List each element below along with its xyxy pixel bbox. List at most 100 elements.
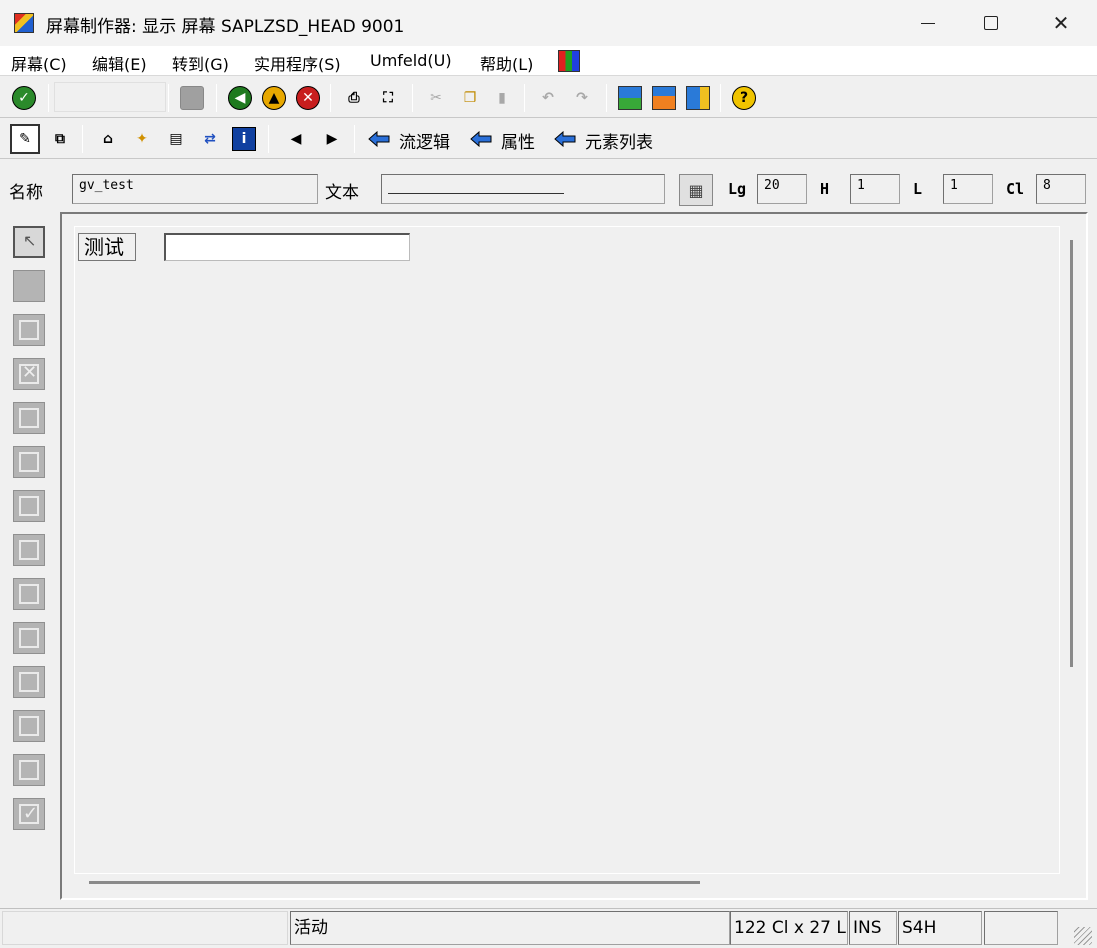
input-field-tool-icon[interactable] [13,314,45,346]
command-field[interactable] [54,82,166,112]
title-bar: 屏幕制作器: 显示 屏幕 SAPLZSD_HEAD 9001 ✕ [0,0,1097,46]
activate-icon[interactable]: ⧉ [48,127,72,151]
new-session-icon[interactable] [618,86,642,110]
toolbar-separator [48,84,49,112]
copy-icon[interactable]: ❐ [458,86,482,110]
info-icon[interactable]: i [232,127,256,151]
name-field[interactable]: gv_test [72,174,318,204]
status-bar: 活动 122 Cl x 27 L INS S4H [0,908,1097,948]
layout-canvas[interactable] [60,212,1088,900]
create-shortcut-icon[interactable] [652,86,676,110]
menu-goto[interactable]: 转到(G) [172,51,229,75]
edit-mode-icon[interactable]: ✎ [10,124,40,154]
exit-icon[interactable]: ▲ [262,86,286,110]
attributes-button[interactable]: 属性 [501,128,535,153]
find-icon[interactable]: ⛶ [376,86,400,110]
window-title: 屏幕制作器: 显示 屏幕 SAPLZSD_HEAD 9001 [46,17,405,37]
toolbar-separator [330,84,331,112]
save-icon[interactable] [180,86,204,110]
toolbar-separator [82,125,83,153]
previous-icon[interactable]: ◀ [284,127,308,151]
toolbar-separator [524,84,525,112]
l-field[interactable]: 1 [943,174,993,204]
flow-logic-arrow-icon [368,131,390,147]
application-toolbar: ✎ ⧉ ⌂ ✦ ▤ ⇄ i ◀ ▶ 流逻辑 属性 元素列表 [0,119,1097,159]
status-system: S4H [898,911,982,945]
pointer-tool-icon[interactable]: ↖ [13,226,45,258]
text-field-tool-icon[interactable] [13,270,45,302]
layout-icon[interactable] [686,86,710,110]
subscreen-tool-icon[interactable] [13,622,45,654]
status-icon-tool-icon[interactable]: ✓ [13,798,45,830]
menu-utilities[interactable]: 实用程序(S) [254,51,341,75]
tabstrip-tool-icon[interactable] [13,490,45,522]
grid-icon: ▦ [688,180,704,200]
minimize-icon [921,22,935,24]
undo-icon[interactable]: ↶ [536,86,560,110]
lg-label: Lg [728,180,747,198]
app-icon [14,13,34,33]
close-icon: ✕ [1052,11,1070,35]
lg-field[interactable]: 20 [757,174,807,204]
radio-button-tool-icon[interactable] [13,402,45,434]
maximize-button[interactable] [956,0,1026,46]
element-list-arrow-icon [554,131,576,147]
toolbar-separator [268,125,269,153]
help-icon[interactable]: ? [732,86,756,110]
canvas-text-element[interactable]: 测试 [78,233,136,261]
screen-area[interactable] [74,226,1060,874]
print-icon[interactable]: ⎙ [342,86,366,110]
enter-check-icon[interactable]: ✓ [12,86,36,110]
minimize-button[interactable] [893,0,963,46]
menu-environment[interactable]: Umfeld(U) [370,51,452,70]
status-extra [984,911,1058,945]
table-wizard-tool-icon[interactable] [13,710,45,742]
element-list-button[interactable]: 元素列表 [585,128,653,153]
toolbar-separator [354,125,355,153]
checkbox-x-icon: ✕ [22,362,38,383]
toolbar-separator [216,84,217,112]
toolbar-separator [168,84,169,112]
status-size: 122 Cl x 27 L [730,911,848,945]
transfer-icon[interactable]: ⇄ [198,127,222,151]
status-message [2,911,288,945]
cl-field[interactable]: 8 [1036,174,1086,204]
menu-bar: 屏幕(C) 编辑(E) 转到(G) 实用程序(S) Umfeld(U) 帮助(L… [0,46,1097,76]
toolbar-separator [606,84,607,112]
cut-icon[interactable]: ✂ [424,86,448,110]
menu-edit[interactable]: 编辑(E) [92,51,147,75]
cancel-icon[interactable]: ✕ [296,86,320,110]
text-field[interactable] [381,174,665,204]
wizard-icon[interactable]: ✦ [130,127,154,151]
maximize-icon [984,16,998,30]
l-label: L [913,180,923,198]
horizontal-scrollbar[interactable] [89,881,700,884]
dictionary-fields-icon[interactable]: ▤ [164,127,188,151]
table-control-tool-icon[interactable] [13,666,45,698]
close-button[interactable]: ✕ [1026,0,1096,46]
box-tool-icon[interactable] [13,578,45,610]
toolbar-separator [720,84,721,112]
customize-layout-icon[interactable] [558,50,580,72]
text-icon-button[interactable]: ▦ [679,174,713,206]
status-check-icon: ✓ [23,803,39,824]
checkbox-tool-icon[interactable]: ✕ [13,358,45,390]
canvas-input-element[interactable] [164,233,410,261]
status-mode: 活动 [290,911,730,945]
pushbutton-tool-icon[interactable] [13,446,45,478]
next-icon[interactable]: ▶ [320,127,344,151]
pointer-icon: ↖ [23,231,37,250]
layout-editor-icon[interactable]: ⌂ [96,127,120,151]
vertical-scrollbar[interactable] [1070,240,1073,667]
menu-help[interactable]: 帮助(L) [480,51,533,75]
h-field[interactable]: 1 [850,174,900,204]
standard-toolbar: ✓ ◀ ▲ ✕ ⎙ ⛶ ✂ ❐ ▮ ↶ ↷ ? [0,78,1097,118]
tabstrip-wizard-tool-icon[interactable] [13,534,45,566]
paste-icon[interactable]: ▮ [490,86,514,110]
menu-screen[interactable]: 屏幕(C) [11,51,67,75]
redo-icon[interactable]: ↷ [570,86,594,110]
resize-grip-icon[interactable] [1074,927,1092,945]
custom-control-tool-icon[interactable] [13,754,45,786]
back-icon[interactable]: ◀ [228,86,252,110]
flow-logic-button[interactable]: 流逻辑 [399,128,450,153]
